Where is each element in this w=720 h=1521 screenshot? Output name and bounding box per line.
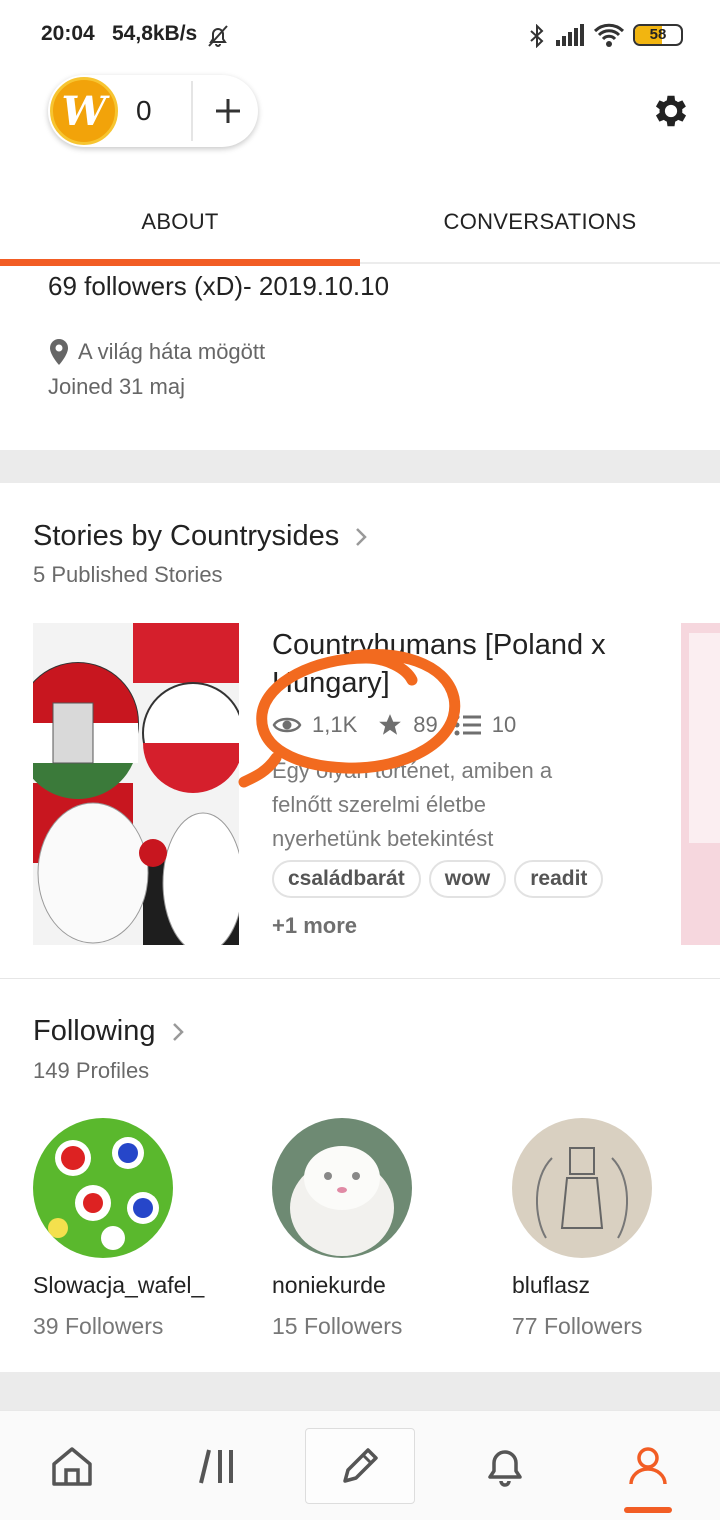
tab-conversations[interactable]: CONVERSATIONS: [360, 180, 720, 264]
joined-date: Joined 31 maj: [48, 374, 185, 399]
battery-icon: 58: [633, 24, 683, 46]
nav-home[interactable]: [17, 1411, 127, 1521]
status-net-speed: 54,8kB/s: [112, 22, 198, 45]
story-tag[interactable]: readit: [514, 860, 604, 898]
battery-level: 58: [649, 26, 667, 43]
section-separator: [0, 450, 720, 483]
plus-icon: [216, 99, 240, 123]
mute-bell-icon: [208, 25, 228, 47]
profile-name: Slowacja_wafel_: [33, 1272, 205, 1298]
chevron-right-icon: [172, 1022, 184, 1041]
avatar: [272, 1118, 412, 1258]
browse-icon: [199, 1449, 233, 1484]
more-tags-link[interactable]: +1 more: [272, 913, 357, 939]
chevron-right-icon: [356, 527, 368, 546]
profile-name: noniekurde: [272, 1272, 386, 1298]
settings-gear-icon[interactable]: [650, 90, 692, 132]
profile-description: 69 followers (xD)- 2019.10.10: [48, 271, 390, 301]
profile-followers: 39 Followers: [33, 1313, 164, 1339]
coin-count: 0: [136, 95, 152, 126]
bluetooth-icon: [530, 24, 544, 48]
coin-icon: W: [50, 77, 118, 145]
home-icon: [52, 1447, 92, 1486]
stories-title: Stories by Countrysides: [33, 520, 340, 552]
following-count: 149 Profiles: [33, 1058, 150, 1083]
top-bar: W 0: [0, 70, 720, 180]
story-cover-art: [33, 623, 239, 945]
coin-wallet[interactable]: W 0: [48, 75, 258, 147]
following-profile[interactable]: noniekurde 15 Followers: [272, 1118, 472, 1340]
story-tags: családbarát wow readit: [272, 860, 604, 898]
story-cover-image[interactable]: [33, 623, 239, 945]
tab-about[interactable]: ABOUT: [0, 180, 360, 264]
status-bar: 20:04 54,8kB/s 58: [0, 0, 720, 70]
nav-write[interactable]: [305, 1428, 415, 1504]
buy-coins-button[interactable]: [198, 75, 258, 147]
active-tab-indicator: [0, 259, 360, 266]
stories-header[interactable]: Stories by Countrysides: [33, 520, 371, 553]
status-time: 20:04: [41, 22, 95, 45]
following-profile[interactable]: Slowacja_wafel_ 39 Followers: [33, 1118, 233, 1340]
location-pin-icon: [50, 339, 68, 365]
profile-name: bluflasz: [512, 1272, 590, 1298]
wifi-icon: [593, 23, 625, 47]
profile-location: A világ háta mögött: [48, 338, 265, 366]
avatar: [512, 1118, 652, 1258]
next-story-cover[interactable]: [681, 623, 720, 945]
bottom-navigation: [0, 1410, 720, 1520]
coin-divider: [191, 81, 193, 141]
stories-count: 5 Published Stories: [33, 562, 223, 587]
story-tag[interactable]: családbarát: [272, 860, 421, 898]
following-header[interactable]: Following: [33, 1015, 188, 1048]
profile-followers: 15 Followers: [272, 1313, 403, 1339]
avatar: [33, 1118, 173, 1258]
hand-drawn-circle-annotation: [238, 649, 461, 788]
following-profile[interactable]: bluflasz 77 Followers: [512, 1118, 712, 1340]
nav-notifications[interactable]: [450, 1411, 560, 1521]
profile-tabs: ABOUT CONVERSATIONS: [0, 180, 720, 266]
following-title: Following: [33, 1015, 156, 1047]
section-separator: [0, 1372, 720, 1410]
nav-profile[interactable]: [593, 1411, 703, 1521]
story-tag[interactable]: wow: [428, 860, 507, 898]
nav-browse[interactable]: [163, 1411, 273, 1521]
location-text: A világ háta mögött: [78, 339, 266, 364]
story-parts: 10: [491, 712, 517, 737]
divider: [0, 978, 720, 979]
active-nav-indicator: [624, 1507, 672, 1513]
signal-icon: [556, 24, 584, 46]
profile-icon: [629, 1447, 667, 1485]
profile-followers: 77 Followers: [512, 1313, 643, 1339]
write-icon: [343, 1448, 378, 1483]
notifications-icon: [488, 1450, 522, 1487]
